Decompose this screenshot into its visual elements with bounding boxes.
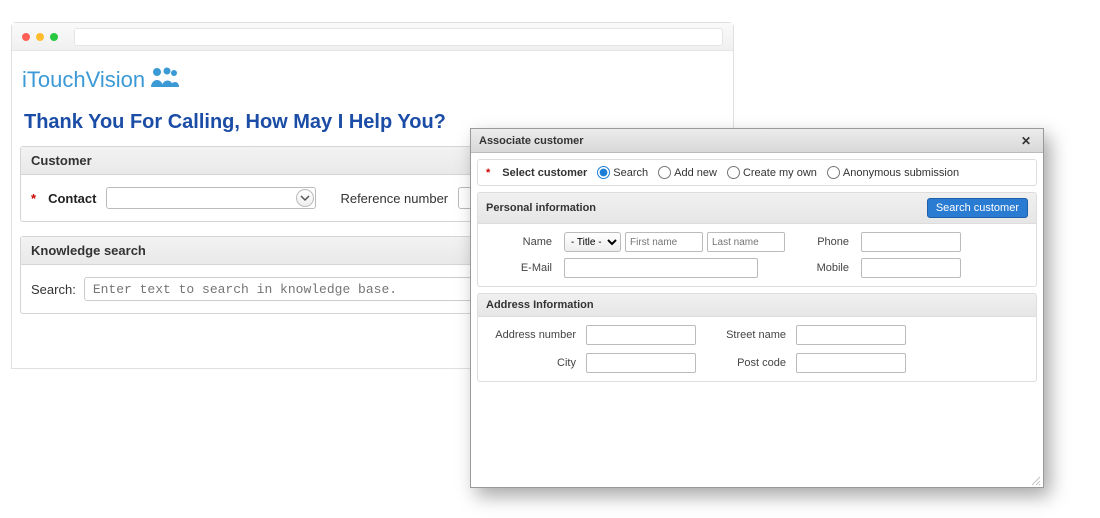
contact-label: Contact xyxy=(48,191,96,206)
post-code-input[interactable] xyxy=(796,353,906,373)
address-number-label: Address number xyxy=(486,329,576,341)
radio-create-my-own-label: Create my own xyxy=(743,167,817,179)
address-info-header: Address Information xyxy=(477,293,1037,317)
resize-handle-icon[interactable] xyxy=(1029,473,1041,485)
window-zoom-dot[interactable] xyxy=(50,33,58,41)
street-name-label: Street name xyxy=(706,329,786,341)
address-info-title: Address Information xyxy=(486,299,594,311)
name-label: Name xyxy=(486,236,556,248)
radio-anonymous[interactable]: Anonymous submission xyxy=(827,166,959,179)
reference-label: Reference number xyxy=(340,191,448,206)
dialog-titlebar[interactable]: Associate customer ✕ xyxy=(471,129,1043,153)
associate-customer-dialog: Associate customer ✕ * Select customer S… xyxy=(470,128,1044,488)
contact-input[interactable] xyxy=(106,187,316,209)
email-input[interactable] xyxy=(564,258,758,278)
required-asterisk: * xyxy=(31,191,36,206)
radio-anonymous-label: Anonymous submission xyxy=(843,167,959,179)
required-asterisk: * xyxy=(486,167,490,179)
title-select[interactable]: - Title - xyxy=(564,232,621,252)
people-icon xyxy=(149,65,179,95)
first-name-input[interactable] xyxy=(625,232,703,252)
last-name-input[interactable] xyxy=(707,232,785,252)
email-label: E-Mail xyxy=(486,262,556,274)
personal-info-title: Personal information xyxy=(486,202,596,214)
select-customer-panel: * Select customer Search Add new Create … xyxy=(477,159,1037,186)
window-minimize-dot[interactable] xyxy=(36,33,44,41)
radio-create-my-own-input[interactable] xyxy=(727,166,740,179)
radio-search-input[interactable] xyxy=(597,166,610,179)
mobile-label: Mobile xyxy=(793,262,853,274)
street-name-input[interactable] xyxy=(796,325,906,345)
radio-anonymous-input[interactable] xyxy=(827,166,840,179)
address-number-input[interactable] xyxy=(586,325,696,345)
personal-info-header: Personal information Search customer xyxy=(477,192,1037,224)
contact-combobox[interactable] xyxy=(106,187,316,209)
radio-create-my-own[interactable]: Create my own xyxy=(727,166,817,179)
post-code-label: Post code xyxy=(706,357,786,369)
logo: iTouchVision xyxy=(20,61,725,105)
radio-add-new-input[interactable] xyxy=(658,166,671,179)
city-label: City xyxy=(486,357,576,369)
radio-add-new[interactable]: Add new xyxy=(658,166,717,179)
browser-titlebar xyxy=(12,23,733,51)
radio-search[interactable]: Search xyxy=(597,166,648,179)
url-bar[interactable] xyxy=(74,28,723,46)
phone-input[interactable] xyxy=(861,232,961,252)
city-input[interactable] xyxy=(586,353,696,373)
close-icon[interactable]: ✕ xyxy=(1017,134,1035,148)
mobile-input[interactable] xyxy=(861,258,961,278)
phone-label: Phone xyxy=(793,236,853,248)
personal-info-body: Name - Title - Phone E-Mail Mobile xyxy=(477,224,1037,287)
radio-search-label: Search xyxy=(613,167,648,179)
dialog-title: Associate customer xyxy=(479,135,584,147)
search-customer-button[interactable]: Search customer xyxy=(927,198,1028,218)
radio-add-new-label: Add new xyxy=(674,167,717,179)
logo-text: iTouchVision xyxy=(22,67,145,93)
select-customer-label: Select customer xyxy=(502,167,587,179)
window-close-dot[interactable] xyxy=(22,33,30,41)
knowledge-search-label: Search: xyxy=(31,282,76,297)
address-info-body: Address number Street name City Post cod… xyxy=(477,317,1037,382)
